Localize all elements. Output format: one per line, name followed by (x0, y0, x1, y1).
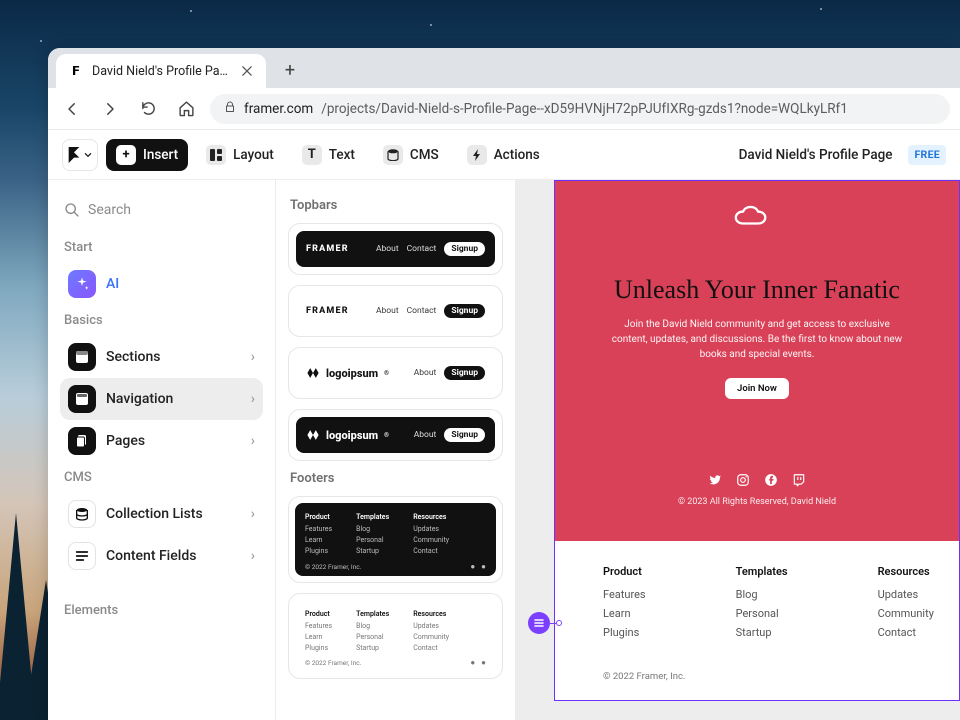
chevron-right-icon: › (251, 349, 255, 365)
sidebar-item-navigation[interactable]: Navigation › (60, 378, 263, 420)
url-path: /projects/David-Nield-s-Profile-Page--xD… (321, 101, 848, 117)
sidebar-item-collection-lists[interactable]: Collection Lists › (60, 493, 263, 535)
footer-col-resources[interactable]: Resources Updates Community Contact (878, 565, 934, 645)
logoipsum-icon (306, 428, 320, 442)
chevron-right-icon: › (251, 433, 255, 449)
text-button[interactable]: T Text (292, 139, 365, 171)
pages-icon (68, 427, 96, 455)
topbars-heading: Topbars (290, 198, 501, 213)
list-icon (68, 542, 96, 570)
sidebar-item-content-fields[interactable]: Content Fields › (60, 535, 263, 577)
chevron-right-icon: › (251, 391, 255, 407)
chevron-right-icon: › (251, 548, 255, 564)
close-tab-icon[interactable] (240, 64, 254, 78)
app-topbar: + Insert Layout T Text CMS Actions David… (48, 130, 960, 180)
sidebar-item-ai[interactable]: AI (60, 263, 263, 305)
framer-app: + Insert Layout T Text CMS Actions David… (48, 130, 960, 720)
join-now-button[interactable]: Join Now (725, 378, 789, 399)
footers-heading: Footers (290, 471, 501, 486)
topbar-template-2[interactable]: FRAMER AboutContactSignup (288, 285, 503, 337)
layout-icon (206, 145, 226, 165)
hero-section[interactable]: Unleash Your Inner Fanatic Join the Davi… (555, 181, 959, 541)
instagram-icon[interactable] (736, 473, 750, 487)
chevron-right-icon: › (251, 506, 255, 522)
browser-toolbar: framer.com/projects/David-Nield-s-Profil… (48, 88, 960, 130)
browser-tab-active[interactable]: 𝗙 David Nield's Profile Page — Fram… (56, 54, 266, 88)
section-label-start: Start (60, 232, 263, 263)
text-icon: T (302, 145, 322, 165)
section-anchor-dot[interactable] (556, 620, 562, 626)
nav-back-button[interactable] (58, 95, 86, 123)
sidebar-item-sections[interactable]: Sections › (60, 336, 263, 378)
framer-menu-button[interactable] (62, 139, 98, 171)
bolt-icon (467, 145, 487, 165)
footer-col-templates[interactable]: Templates Blog Personal Startup (736, 565, 788, 645)
nav-forward-button[interactable] (96, 95, 124, 123)
sidebar-item-pages[interactable]: Pages › (60, 420, 263, 462)
section-label-elements: Elements (60, 595, 263, 626)
hero-title[interactable]: Unleash Your Inner Fanatic (585, 275, 929, 305)
nav-reload-button[interactable] (134, 95, 162, 123)
section-insert-handle[interactable] (528, 612, 550, 634)
hero-body[interactable]: Join the David Nield community and get a… (607, 317, 907, 362)
topbar-template-3[interactable]: logoipsum® AboutSignup (288, 347, 503, 399)
hero-copyright[interactable]: © 2023 All Rights Reserved, David Nield (585, 497, 929, 507)
free-badge: FREE (908, 145, 946, 165)
search-icon (64, 202, 80, 218)
insert-button[interactable]: + Insert (106, 139, 188, 171)
topbar-template-1[interactable]: FRAMER AboutContactSignup (288, 223, 503, 275)
sidebar-search[interactable]: Search (60, 196, 263, 232)
browser-tabstrip: 𝗙 David Nield's Profile Page — Fram… + (48, 48, 960, 88)
footer-copyright[interactable]: © 2022 Framer, Inc. (603, 671, 911, 682)
components-panel: Topbars FRAMER AboutContactSignup FRAMER… (276, 180, 516, 720)
sidebar: Search Start AI Basics Sections › Naviga… (48, 180, 276, 720)
sparkle-icon (68, 270, 96, 298)
project-title: David Nield's Profile Page (739, 147, 893, 163)
social-links (585, 473, 929, 487)
navigation-icon (68, 385, 96, 413)
footer-template-2[interactable]: ProductFeaturesLearnPlugins TemplatesBlo… (288, 593, 503, 680)
tab-title: David Nield's Profile Page — Fram… (92, 64, 232, 79)
layout-button[interactable]: Layout (196, 139, 284, 171)
stack-icon (68, 500, 96, 528)
workspace: Search Start AI Basics Sections › Naviga… (48, 180, 960, 720)
lock-icon (224, 101, 236, 117)
canvas-frame[interactable]: Unleash Your Inner Fanatic Join the Davi… (554, 180, 960, 701)
database-icon (383, 145, 403, 165)
nav-home-button[interactable] (172, 95, 200, 123)
sections-icon (68, 343, 96, 371)
twitch-icon[interactable] (792, 473, 806, 487)
logoipsum-icon (306, 366, 320, 380)
footer-template-1[interactable]: ProductFeaturesLearnPlugins TemplatesBlo… (288, 496, 503, 583)
facebook-icon[interactable] (764, 473, 778, 487)
cms-button[interactable]: CMS (373, 139, 449, 171)
framer-favicon: 𝗙 (68, 63, 84, 79)
url-host: framer.com (244, 101, 313, 117)
browser-window: 𝗙 David Nield's Profile Page — Fram… + f… (48, 48, 960, 720)
twitter-icon[interactable] (708, 473, 722, 487)
address-bar[interactable]: framer.com/projects/David-Nield-s-Profil… (210, 94, 950, 124)
footer-col-product[interactable]: Product Features Learn Plugins (603, 565, 646, 645)
new-tab-button[interactable]: + (276, 56, 304, 84)
canvas[interactable]: Unleash Your Inner Fanatic Join the Davi… (516, 180, 960, 720)
topbar-template-4[interactable]: logoipsum® AboutSignup (288, 409, 503, 461)
plus-icon: + (116, 145, 136, 165)
actions-button[interactable]: Actions (457, 139, 550, 171)
cloud-logo-icon (734, 205, 780, 231)
section-label-cms: CMS (60, 462, 263, 493)
footer-section[interactable]: Product Features Learn Plugins Templates… (555, 541, 959, 700)
section-label-basics: Basics (60, 305, 263, 336)
